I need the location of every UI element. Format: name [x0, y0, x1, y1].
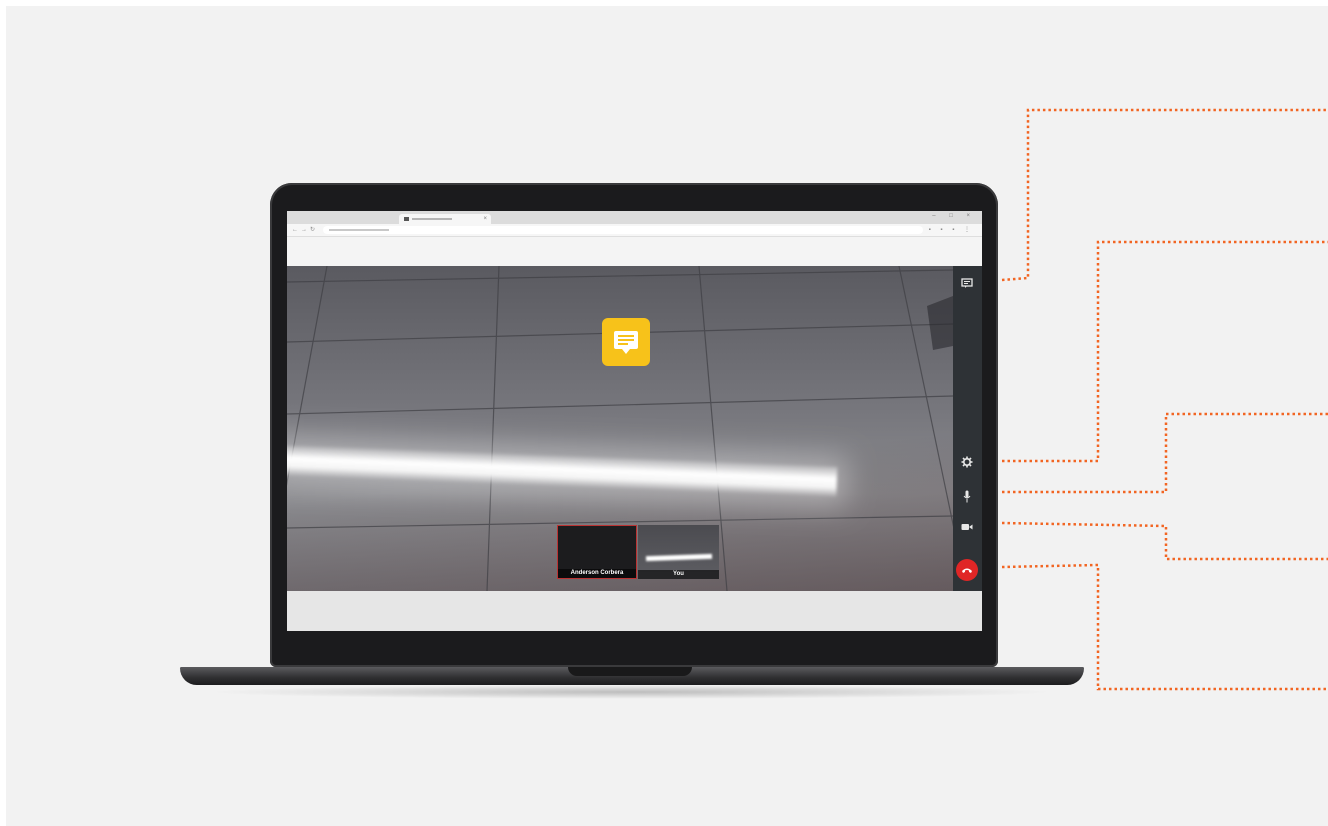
callout-chat: [1001, 108, 1328, 282]
illustration-canvas: × – □ × ← → ↻ ▪ ▪ ▪ ⋮ Anderson Corbera Y…: [6, 6, 1328, 826]
callout-camera: [1001, 521, 1328, 561]
callout-microphone: [1002, 412, 1328, 494]
callout-hangup: [1001, 563, 1328, 691]
callout-lines: [1001, 108, 1328, 691]
